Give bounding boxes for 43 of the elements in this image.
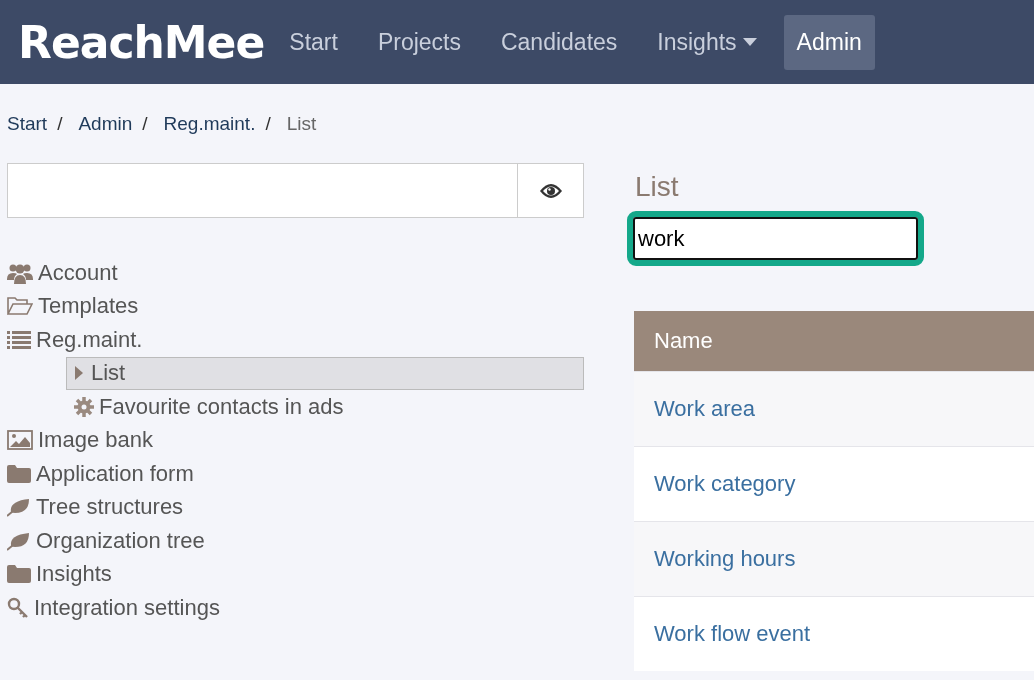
tree-item[interactable]: Integration settings: [7, 591, 220, 625]
tree-item[interactable]: Organization tree: [7, 524, 205, 558]
image-icon: [7, 429, 33, 452]
tree-item[interactable]: Templates: [7, 289, 139, 323]
tree-item[interactable]: Favourite contacts in ads: [66, 390, 584, 424]
tree-item[interactable]: Image bank: [7, 423, 153, 457]
search-field[interactable]: [7, 163, 584, 218]
key-icon: [7, 596, 29, 619]
breadcrumb-separator: /: [142, 113, 148, 135]
folder-icon: [7, 463, 31, 484]
breadcrumb-link[interactable]: Reg.maint.: [163, 113, 256, 135]
nav-link[interactable]: Projects: [364, 14, 474, 70]
logo[interactable]: ReachMee: [18, 16, 265, 68]
filter-field[interactable]: work: [627, 211, 924, 266]
table-link[interactable]: Work category: [654, 471, 796, 496]
nav-link[interactable]: Insights: [644, 14, 770, 70]
tree-item[interactable]: Reg.maint.: [7, 323, 143, 357]
page-title: List: [635, 171, 680, 203]
eye-icon: [538, 182, 563, 199]
folder-icon: [7, 296, 33, 317]
caret-icon: [75, 366, 83, 381]
breadcrumb-link[interactable]: Admin: [78, 113, 133, 135]
caret-down-icon: [742, 38, 757, 46]
list-icon: [7, 329, 31, 350]
breadcrumb-separator: /: [265, 113, 271, 135]
table-link[interactable]: Working hours: [654, 546, 796, 571]
breadcrumb-link[interactable]: Start: [7, 113, 48, 135]
breadcrumb-current: List: [286, 113, 317, 135]
tree-item[interactable]: Application form: [7, 457, 194, 491]
tree-item[interactable]: Tree structures: [7, 490, 184, 524]
tree-item[interactable]: Account: [7, 256, 118, 290]
breadcrumb-separator: /: [57, 113, 63, 135]
table-link[interactable]: Work flow event: [654, 621, 811, 646]
tree-item[interactable]: Insights: [7, 557, 112, 591]
tree-item[interactable]: List: [66, 356, 584, 390]
nav-link[interactable]: Candidates: [487, 14, 631, 70]
nav-link[interactable]: Admin: [783, 14, 875, 70]
leaf-icon: [7, 497, 31, 518]
leaf-icon: [7, 530, 31, 551]
gear-icon: [74, 396, 94, 417]
folder-icon: [7, 564, 31, 585]
nav-link[interactable]: Start: [276, 14, 351, 70]
table-link[interactable]: Work area: [654, 396, 756, 421]
